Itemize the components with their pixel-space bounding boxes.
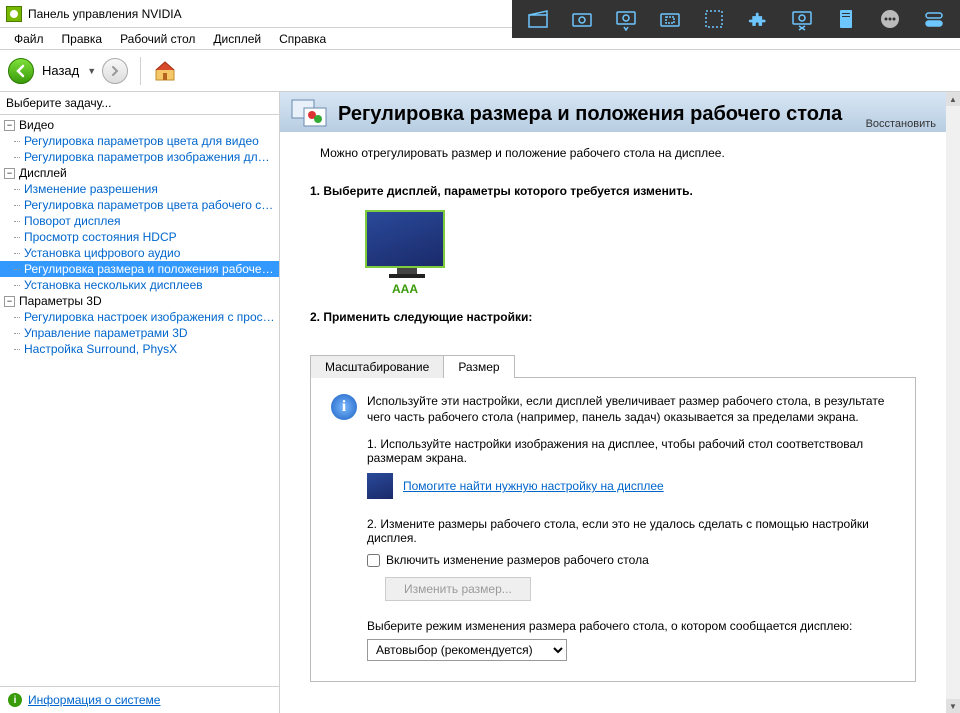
camera-region-icon[interactable]	[648, 0, 692, 38]
tree-group-video[interactable]: −Видео	[0, 117, 279, 133]
more-icon[interactable]	[868, 0, 912, 38]
task-header: Выберите задачу...	[0, 92, 279, 115]
menu-desktop[interactable]: Рабочий стол	[112, 30, 203, 48]
tab-row: Масштабирование Размер	[310, 354, 916, 378]
sidebar-footer: i Информация о системе	[0, 686, 279, 713]
main-layout: Выберите задачу... −Видео Регулировка па…	[0, 92, 960, 713]
section-apply-settings: 2. Применить следующие настройки:	[280, 300, 946, 340]
nvidia-icon	[6, 6, 22, 22]
vertical-scrollbar[interactable]: ▲ ▼	[946, 92, 960, 713]
enable-resize-label: Включить изменение размеров рабочего сто…	[386, 553, 649, 567]
section2-heading: 2. Применить следующие настройки:	[310, 310, 916, 324]
forward-button[interactable]	[102, 58, 128, 84]
tree-item[interactable]: Поворот дисплея	[0, 213, 279, 229]
menu-file[interactable]: Файл	[6, 30, 52, 48]
tree-item[interactable]: Управление параметрами 3D	[0, 325, 279, 341]
camera-icon[interactable]	[560, 0, 604, 38]
menu-edit[interactable]: Правка	[54, 30, 111, 48]
clapper-icon[interactable]	[516, 0, 560, 38]
resize-mode-select[interactable]: Автовыбор (рекомендуется)	[367, 639, 567, 661]
help-link-row: Помогите найти нужную настройку на диспл…	[367, 473, 895, 499]
page-header-icon	[290, 98, 330, 130]
tree-item[interactable]: Установка цифрового аудио	[0, 245, 279, 261]
system-info-link[interactable]: Информация о системе	[28, 693, 160, 707]
tree-item[interactable]: Изменение разрешения	[0, 181, 279, 197]
tree-group-3d[interactable]: −Параметры 3D	[0, 293, 279, 309]
tree-group-display[interactable]: −Дисплей	[0, 165, 279, 181]
section1-heading: 1. Выберите дисплей, параметры которого …	[310, 184, 916, 198]
scroll-up-icon[interactable]: ▲	[946, 92, 960, 106]
back-button[interactable]	[8, 58, 34, 84]
task-tree[interactable]: −Видео Регулировка параметров цвета для …	[0, 115, 279, 686]
camera-x-icon[interactable]	[780, 0, 824, 38]
page-intro: Можно отрегулировать размер и положение …	[280, 132, 946, 174]
resize-button: Изменить размер...	[385, 577, 531, 601]
nav-toolbar: Назад ▼	[0, 50, 960, 92]
sidebar: Выберите задачу... −Видео Регулировка па…	[0, 92, 280, 713]
page-header: Регулировка размера и положения рабочего…	[280, 92, 946, 132]
tree-item[interactable]: Регулировка настроек изображения с просм…	[0, 309, 279, 325]
scroll-down-icon[interactable]: ▼	[946, 699, 960, 713]
info-icon: i	[8, 693, 22, 707]
restore-defaults-link[interactable]: Восстановить	[866, 118, 936, 130]
tab-panel-size: i Используйте эти настройки, если диспле…	[310, 378, 916, 682]
toggle-icon[interactable]	[912, 0, 956, 38]
monitor-small-icon	[367, 473, 393, 499]
mode-label: Выберите режим изменения размера рабочег…	[367, 619, 895, 633]
home-button[interactable]	[153, 59, 177, 83]
back-dropdown-icon[interactable]: ▼	[87, 66, 96, 76]
monitor-icon	[365, 210, 445, 268]
enable-resize-checkbox[interactable]	[367, 554, 380, 567]
tree-item[interactable]: Регулировка параметров изображения для в…	[0, 149, 279, 165]
window-title: Панель управления NVIDIA	[28, 7, 182, 21]
tree-item[interactable]: Регулировка параметров цвета для видео	[0, 133, 279, 149]
help-find-setting-link[interactable]: Помогите найти нужную настройку на диспл…	[403, 479, 664, 493]
nav-separator	[140, 57, 141, 85]
section-select-display: 1. Выберите дисплей, параметры которого …	[280, 174, 946, 300]
content-area: Регулировка размера и положения рабочего…	[280, 92, 960, 713]
system-capture-toolbar	[512, 0, 960, 38]
puzzle-icon[interactable]	[736, 0, 780, 38]
select-region-icon[interactable]	[692, 0, 736, 38]
menu-display[interactable]: Дисплей	[205, 30, 269, 48]
tree-item-selected[interactable]: Регулировка размера и положения рабочего…	[0, 261, 279, 277]
step2-text: 2. Измените размеры рабочего стола, если…	[367, 517, 895, 545]
display-name: AAA	[360, 282, 450, 296]
camera-down-icon[interactable]	[604, 0, 648, 38]
scroll-track[interactable]	[946, 106, 960, 699]
display-thumbnail[interactable]: AAA	[360, 210, 450, 296]
page-title: Регулировка размера и положения рабочего…	[338, 103, 936, 126]
step1-text: 1. Используйте настройки изображения на …	[367, 437, 895, 465]
back-label[interactable]: Назад	[42, 63, 79, 78]
tree-item[interactable]: Настройка Surround, PhysX	[0, 341, 279, 357]
tabs-container: Масштабирование Размер i Используйте эти…	[310, 354, 916, 682]
tree-item[interactable]: Установка нескольких дисплеев	[0, 277, 279, 293]
info-text: Используйте эти настройки, если дисплей …	[367, 394, 895, 425]
tab-size[interactable]: Размер	[443, 355, 514, 378]
menu-help[interactable]: Справка	[271, 30, 334, 48]
info-row: i Используйте эти настройки, если диспле…	[331, 394, 895, 425]
tree-item[interactable]: Просмотр состояния HDCP	[0, 229, 279, 245]
enable-resize-row: Включить изменение размеров рабочего сто…	[367, 553, 895, 567]
document-icon[interactable]	[824, 0, 868, 38]
content-scroll[interactable]: Регулировка размера и положения рабочего…	[280, 92, 960, 713]
tree-item[interactable]: Регулировка параметров цвета рабочего ст…	[0, 197, 279, 213]
tab-scaling[interactable]: Масштабирование	[310, 355, 444, 378]
info-icon: i	[331, 394, 357, 420]
